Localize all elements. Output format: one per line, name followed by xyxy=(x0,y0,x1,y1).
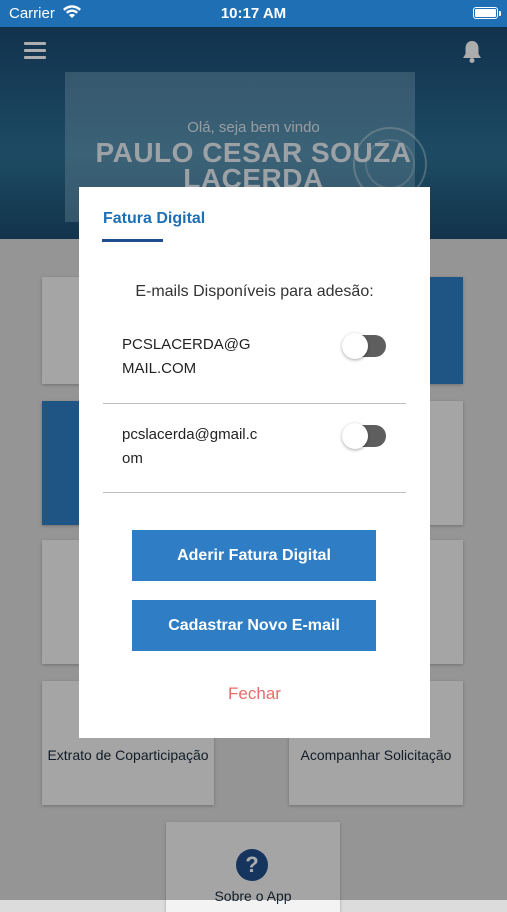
status-bar: Carrier 10:17 AM xyxy=(0,0,507,27)
divider xyxy=(103,403,406,404)
email-address: PCSLACERDA@GMAIL.COM xyxy=(122,336,251,377)
close-button[interactable]: Fechar xyxy=(79,684,430,704)
toggle-knob xyxy=(342,423,368,449)
toggle-knob xyxy=(342,333,368,359)
battery-icon xyxy=(473,7,501,19)
clock: 10:17 AM xyxy=(220,5,287,22)
modal-title: Fatura Digital xyxy=(103,210,206,227)
cadastrar-novo-email-button[interactable]: Cadastrar Novo E-mail xyxy=(132,600,376,651)
email-toggle-switch[interactable] xyxy=(342,333,386,359)
fatura-digital-modal: Fatura Digital E-mails Disponíveis para … xyxy=(79,187,430,738)
modal-heading: E-mails Disponíveis para adesão: xyxy=(135,283,374,300)
aderir-fatura-digital-button[interactable]: Aderir Fatura Digital xyxy=(132,530,376,581)
title-underline xyxy=(102,239,163,242)
email-toggle-switch[interactable] xyxy=(342,423,386,449)
divider xyxy=(103,492,406,493)
email-address: pcslacerda@gmail.com xyxy=(122,426,258,467)
